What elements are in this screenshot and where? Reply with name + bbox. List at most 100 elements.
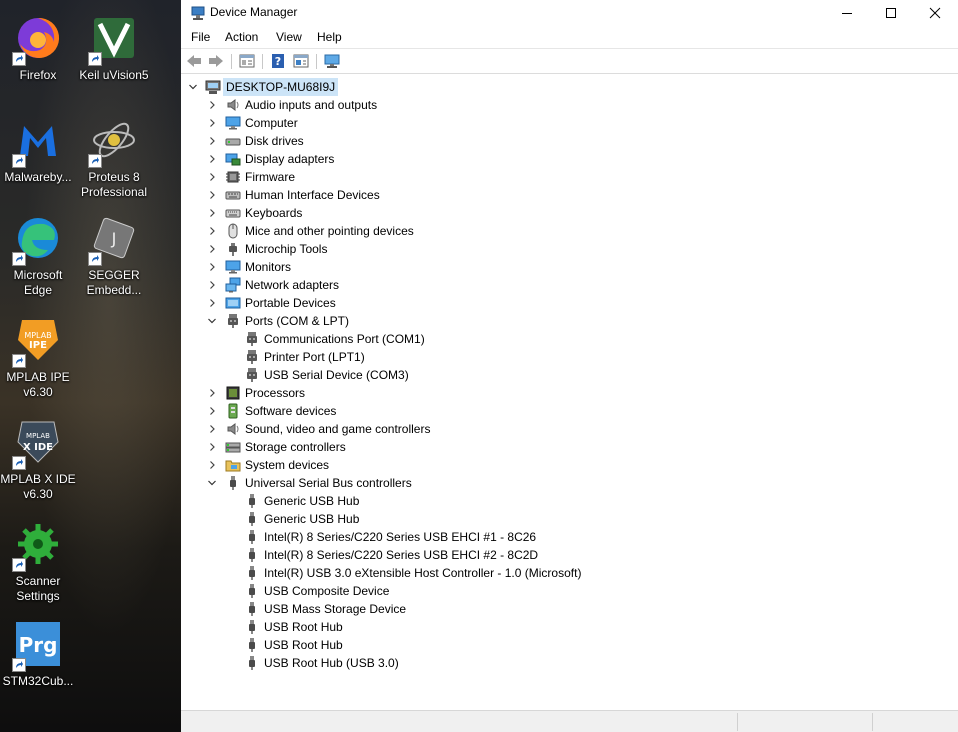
desktop-shortcut[interactable]: Proteus 8 Professional [76, 116, 152, 200]
device-manager-window: Device Manager File Action View Help ? D… [181, 0, 958, 732]
tree-category[interactable]: Software devices [181, 402, 958, 420]
tree-category[interactable]: Firmware [181, 168, 958, 186]
tree-device[interactable]: Generic USB Hub [181, 510, 958, 528]
tree-item-label: USB Root Hub [264, 638, 343, 652]
desktop-shortcut[interactable]: Firefox [0, 14, 76, 83]
scan-monitor-icon[interactable] [323, 53, 341, 69]
tree-category[interactable]: Keyboards [181, 204, 958, 222]
expand-chevron-icon[interactable] [207, 222, 217, 240]
toolbar-separator [316, 54, 317, 69]
minimize-button[interactable] [824, 0, 870, 26]
menu-view[interactable]: View [274, 30, 304, 44]
expand-chevron-icon[interactable] [207, 276, 217, 294]
help-icon[interactable]: ? [269, 53, 287, 69]
tree-device[interactable]: USB Serial Device (COM3) [181, 366, 958, 384]
desktop-shortcut-label: Proteus 8 Professional [80, 170, 148, 199]
tree-category[interactable]: Ports (COM & LPT) [181, 312, 958, 330]
tree-device[interactable]: Printer Port (LPT1) [181, 348, 958, 366]
tree-category[interactable]: Human Interface Devices [181, 186, 958, 204]
tree-category[interactable]: Monitors [181, 258, 958, 276]
monitor-icon [225, 259, 241, 275]
desktop-shortcut[interactable]: MPLAB X IDE MPLAB X IDE v6.30 [0, 418, 76, 502]
tree-device[interactable]: Communications Port (COM1) [181, 330, 958, 348]
desktop-shortcut[interactable]: Keil uVision5 [76, 14, 152, 83]
tree-device[interactable]: Intel(R) 8 Series/C220 Series USB EHCI #… [181, 528, 958, 546]
tree-category[interactable]: Audio inputs and outputs [181, 96, 958, 114]
tree-device[interactable]: USB Root Hub [181, 618, 958, 636]
properties-icon[interactable] [238, 53, 256, 69]
expand-chevron-icon[interactable] [207, 114, 217, 132]
back-arrow-icon[interactable] [185, 53, 203, 69]
expand-chevron-icon[interactable] [207, 240, 217, 258]
desktop-shortcut[interactable]: MPLAB IPE MPLAB IPE v6.30 [0, 316, 76, 400]
tree-device[interactable]: USB Root Hub [181, 636, 958, 654]
keil-icon [88, 14, 138, 66]
expand-chevron-icon[interactable] [207, 438, 217, 456]
tree-category[interactable]: Universal Serial Bus controllers [181, 474, 958, 492]
menu-help[interactable]: Help [315, 30, 344, 44]
tree-device[interactable]: Generic USB Hub [181, 492, 958, 510]
tree-item-label: Ports (COM & LPT) [245, 314, 350, 328]
tree-device[interactable]: USB Mass Storage Device [181, 600, 958, 618]
expand-chevron-icon[interactable] [207, 384, 217, 402]
expand-chevron-icon[interactable] [207, 150, 217, 168]
menu-file[interactable]: File [189, 30, 212, 44]
tree-category[interactable]: Display adapters [181, 150, 958, 168]
tree-category[interactable]: Mice and other pointing devices [181, 222, 958, 240]
expand-chevron-icon[interactable] [207, 96, 217, 114]
expand-chevron-icon[interactable] [207, 456, 217, 474]
collapse-chevron-icon[interactable] [188, 78, 198, 96]
shortcut-arrow-icon [12, 52, 26, 66]
expand-chevron-icon[interactable] [207, 294, 217, 312]
desktop-shortcut[interactable]: Prg STM32Cub... [0, 620, 76, 689]
tree-device[interactable]: Intel(R) USB 3.0 eXtensible Host Control… [181, 564, 958, 582]
desktop-shortcut-label: Keil uVision5 [79, 68, 149, 82]
tree-category[interactable]: Microchip Tools [181, 240, 958, 258]
expand-chevron-icon[interactable] [207, 258, 217, 276]
tree-category[interactable]: Computer [181, 114, 958, 132]
port-icon [244, 367, 260, 383]
usb-icon [244, 601, 260, 617]
malwarebytes-icon [12, 116, 62, 168]
computer-name-label: DESKTOP-MU68I9J [223, 78, 339, 96]
desktop: Firefox Keil uVision5 Malwareby... Proteus … [0, 0, 181, 732]
tree-item-label: Processors [245, 386, 306, 400]
desktop-shortcut-label: Firefox [19, 68, 57, 82]
tree-category[interactable]: Network adapters [181, 276, 958, 294]
expand-chevron-icon[interactable] [207, 204, 217, 222]
expand-chevron-icon[interactable] [207, 420, 217, 438]
processor-icon [225, 385, 241, 401]
tree-category[interactable]: Storage controllers [181, 438, 958, 456]
expand-chevron-icon[interactable] [207, 132, 217, 150]
tree-category[interactable]: Portable Devices [181, 294, 958, 312]
expand-chevron-icon[interactable] [207, 168, 217, 186]
expand-chevron-icon[interactable] [207, 186, 217, 204]
collapse-chevron-icon[interactable] [207, 474, 217, 492]
tree-item-label: USB Root Hub [264, 620, 343, 634]
close-button[interactable] [912, 0, 958, 26]
tree-category[interactable]: Processors [181, 384, 958, 402]
expand-chevron-icon[interactable] [207, 402, 217, 420]
tree-item-label: Software devices [245, 404, 337, 418]
tree-device[interactable]: USB Root Hub (USB 3.0) [181, 654, 958, 672]
maximize-button[interactable] [868, 0, 914, 26]
desktop-shortcut[interactable]: Microsoft Edge [0, 214, 76, 298]
tree-category[interactable]: System devices [181, 456, 958, 474]
usb-icon [225, 475, 241, 491]
forward-arrow-icon[interactable] [207, 53, 225, 69]
tree-device[interactable]: Intel(R) 8 Series/C220 Series USB EHCI #… [181, 546, 958, 564]
desktop-shortcut[interactable]: J SEGGER Embedd... [76, 214, 152, 298]
collapse-chevron-icon[interactable] [207, 312, 217, 330]
desktop-shortcut[interactable]: Malwareby... [0, 116, 76, 185]
view-icon[interactable] [292, 53, 310, 69]
usb-icon [244, 637, 260, 653]
tree-device[interactable]: USB Composite Device [181, 582, 958, 600]
close-icon [929, 7, 941, 19]
tree-root[interactable]: DESKTOP-MU68I9J [181, 78, 958, 96]
menu-action[interactable]: Action [223, 30, 260, 44]
tree-category[interactable]: Sound, video and game controllers [181, 420, 958, 438]
desktop-shortcut-label: STM32Cub... [2, 674, 74, 688]
tree-category[interactable]: Disk drives [181, 132, 958, 150]
desktop-shortcut[interactable]: Scanner Settings [0, 520, 76, 604]
title-bar[interactable]: Device Manager [181, 0, 958, 26]
